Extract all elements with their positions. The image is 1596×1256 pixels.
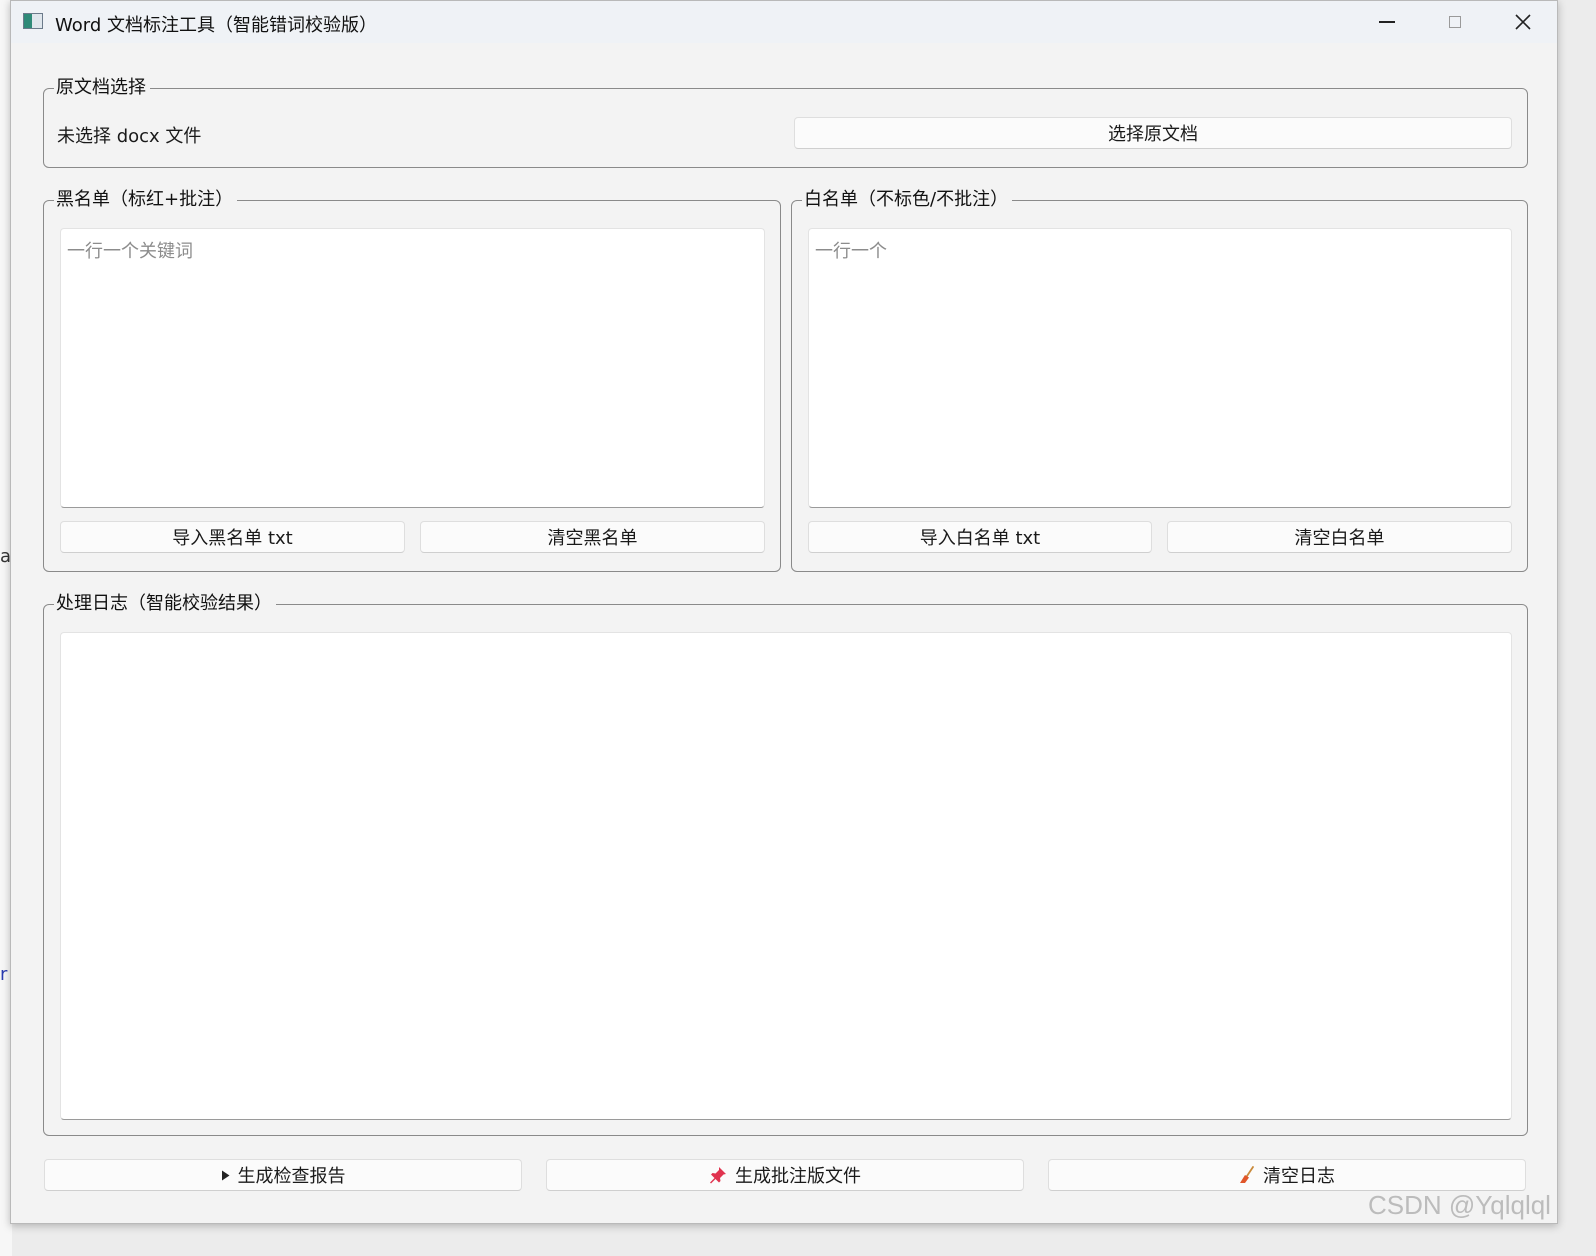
whitelist-placeholder: 一行一个 (815, 241, 887, 262)
select-document-button[interactable]: 选择原文档 (794, 117, 1512, 149)
broom-icon (1239, 1166, 1255, 1184)
file-status-label: 未选择 docx 文件 (57, 126, 202, 147)
generate-annotated-file-button[interactable]: 生成批注版文件 (546, 1159, 1024, 1191)
whitelist-textarea[interactable]: 一行一个 (808, 228, 1512, 508)
log-group-title: 处理日志（智能校验结果） (54, 591, 276, 617)
app-icon (23, 13, 43, 29)
generate-report-button[interactable]: 生成检查报告 (44, 1159, 522, 1191)
background-text-fragment: r (0, 964, 8, 985)
source-group-title: 原文档选择 (54, 75, 150, 101)
app-window: Word 文档标注工具（智能错词校验版） 原文档选择 未选择 docx 文件 选… (10, 0, 1558, 1224)
whitelist-group: 白名单（不标色/不批注） 一行一个 导入白名单 txt 清空白名单 (791, 187, 1528, 572)
generate-annotated-file-label: 生成批注版文件 (735, 1166, 861, 1187)
watermark-text: CSDN @Yqlqlql (1368, 1190, 1551, 1220)
blacklist-placeholder: 一行一个关键词 (67, 241, 193, 262)
clear-log-button[interactable]: 清空日志 (1048, 1159, 1526, 1191)
minimize-button[interactable] (1353, 1, 1421, 43)
blacklist-group: 黑名单（标红+批注） 一行一个关键词 导入黑名单 txt 清空黑名单 (43, 187, 781, 572)
blacklist-group-title: 黑名单（标红+批注） (54, 187, 238, 213)
whitelist-group-title: 白名单（不标色/不批注） (802, 187, 1013, 213)
close-icon (1515, 14, 1531, 30)
play-triangle-icon (221, 1170, 230, 1181)
generate-report-label: 生成检查报告 (237, 1166, 346, 1187)
clear-log-label: 清空日志 (1263, 1166, 1335, 1187)
log-output[interactable] (60, 632, 1512, 1120)
close-button[interactable] (1489, 1, 1557, 43)
source-document-group: 原文档选择 未选择 docx 文件 选择原文档 (43, 75, 1528, 168)
blacklist-textarea[interactable]: 一行一个关键词 (60, 228, 765, 508)
processing-log-group: 处理日志（智能校验结果） (43, 591, 1528, 1136)
minimize-icon (1379, 21, 1395, 23)
clear-whitelist-button[interactable]: 清空白名单 (1167, 521, 1512, 553)
clear-blacklist-button[interactable]: 清空黑名单 (420, 521, 765, 553)
pushpin-icon (709, 1166, 727, 1184)
window-title: Word 文档标注工具（智能错词校验版） (55, 15, 377, 36)
maximize-icon (1449, 16, 1461, 28)
import-whitelist-button[interactable]: 导入白名单 txt (808, 521, 1152, 553)
maximize-button[interactable] (1421, 1, 1489, 43)
title-bar[interactable]: Word 文档标注工具（智能错词校验版） (11, 1, 1557, 43)
import-blacklist-button[interactable]: 导入黑名单 txt (60, 521, 405, 553)
